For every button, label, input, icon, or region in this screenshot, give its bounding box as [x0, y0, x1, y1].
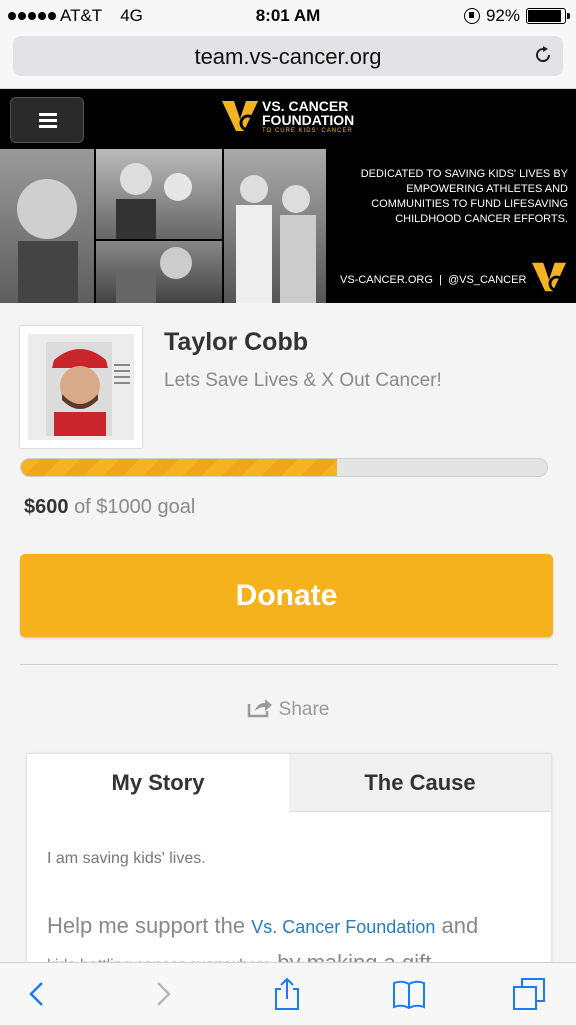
progress-bar [20, 458, 548, 477]
tab-the-cause[interactable]: The Cause [289, 754, 551, 812]
menu-button[interactable] [10, 97, 84, 143]
banner-links: VS-CANCER.ORG | @VS_CANCER [340, 274, 527, 286]
goal-text: of $1000 goal [74, 496, 196, 518]
story-card: My Story The Cause I am saving kids' liv… [27, 754, 551, 975]
avatar-person-figure [28, 334, 134, 440]
avatar-photo [28, 334, 134, 440]
divider [20, 664, 558, 665]
photo-boy-1 [0, 149, 94, 303]
status-right: 92% [463, 6, 570, 26]
photo-boys-2 [96, 149, 222, 239]
forward-icon[interactable] [146, 977, 180, 1011]
banner-tagline: DEDICATED TO SAVING KIDS' LIVES BY EMPOW… [336, 167, 568, 227]
rotation-lock-icon [463, 8, 480, 24]
hamburger-icon-line [39, 125, 57, 128]
vs-logo-small-icon [531, 262, 567, 292]
logo-subtitle: TO CURE KIDS' CANCER [262, 128, 353, 134]
photo-boys-4 [224, 149, 326, 303]
tagline-line: COMMUNITIES TO FUND LIFESAVING [371, 198, 568, 210]
photo-boy-3-figure [116, 247, 192, 303]
photo-boy-3 [96, 241, 222, 303]
address-url[interactable]: team.vs-cancer.org [13, 44, 563, 70]
share-page-icon[interactable] [270, 977, 304, 1011]
hamburger-icon [39, 113, 57, 116]
donate-button[interactable]: Donate [20, 554, 553, 637]
header-banner: VS. CANCER FOUNDATION TO CURE KIDS' CANC… [0, 89, 576, 303]
photo-boys-4-figures [236, 175, 316, 303]
logo-text: VS. CANCER FOUNDATION [262, 99, 354, 127]
browser-toolbar [0, 962, 576, 1025]
progress-fill [21, 459, 337, 476]
tab-my-story[interactable]: My Story [27, 754, 289, 812]
fundraiser-tagline: Lets Save Lives & X Out Cancer! [164, 370, 442, 391]
logo-line1: VS. CANCER [262, 98, 349, 114]
browser-address-area: team.vs-cancer.org [0, 32, 576, 89]
status-bar: AT&T 4G 8:01 AM 92% [0, 0, 576, 32]
story-intro: I am saving kids' lives. [47, 850, 206, 867]
tagline-line: CHILDHOOD CANCER EFFORTS. [395, 213, 568, 225]
tagline-line: DEDICATED TO SAVING KIDS' LIVES BY [360, 168, 568, 180]
share-button[interactable]: Share [0, 698, 576, 721]
tagline-line: EMPOWERING ATHLETES AND [406, 183, 568, 195]
photo-collage [0, 149, 326, 303]
reload-icon[interactable] [533, 45, 553, 65]
story-text: and [441, 913, 479, 938]
raised-value: $600 [24, 496, 69, 518]
battery-icon [526, 8, 570, 24]
hamburger-icon-line [39, 119, 57, 122]
logo-line2: FOUNDATION [262, 112, 355, 128]
battery-percent: 92% [485, 6, 520, 25]
tabs-icon[interactable] [512, 977, 546, 1011]
avatar [20, 326, 142, 448]
photo-boys-2-figures [116, 163, 192, 239]
photo-boy-1-figure [17, 179, 78, 303]
raised-amount: $600 of $1000 goal [24, 496, 195, 519]
vs-logo-icon [222, 101, 258, 132]
share-label: Share [278, 699, 330, 720]
share-icon [247, 699, 272, 718]
fundraiser-name: Taylor Cobb [164, 328, 308, 356]
back-icon[interactable] [20, 977, 54, 1011]
bookmarks-icon[interactable] [392, 977, 426, 1011]
address-bar[interactable]: team.vs-cancer.org [13, 36, 563, 76]
story-text: Help me support the [47, 913, 246, 938]
foundation-link[interactable]: Vs. Cancer Foundation [251, 917, 435, 937]
